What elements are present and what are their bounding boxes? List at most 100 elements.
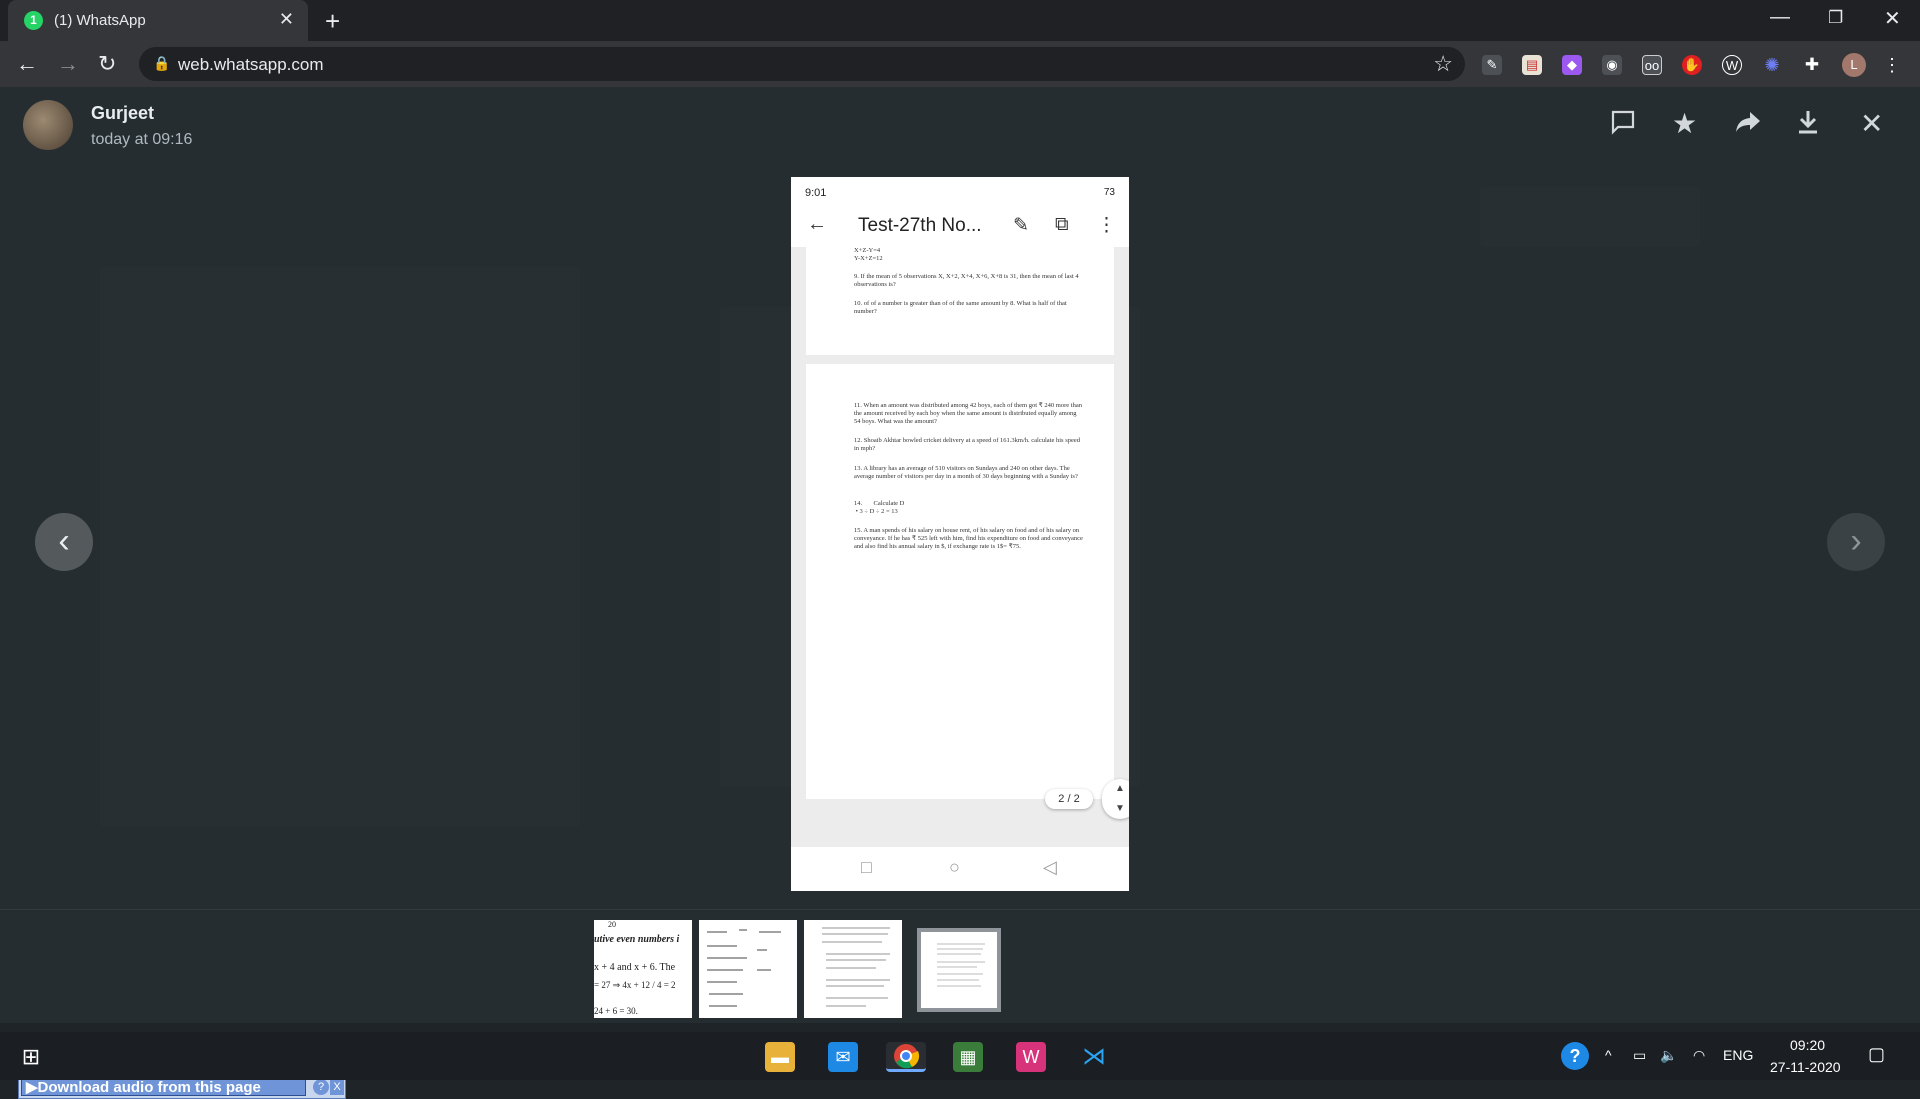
menu-kebab-icon[interactable]: ⋮: [1882, 55, 1902, 75]
thumb-text: = 27 ⇒ 4x + 12 / 4 = 2: [594, 980, 676, 990]
phone-recents-icon: □: [861, 857, 872, 877]
question-14: 14. Calculate D • 3 ÷ D ÷ 2 = 13: [854, 500, 905, 515]
reply-message-icon[interactable]: [1610, 109, 1636, 141]
thumbnail-math-notes[interactable]: 20 utive even numbers i x + 4 and x + 6.…: [594, 920, 692, 1018]
glasses-extension-icon[interactable]: oo: [1642, 55, 1662, 75]
question-9: 9. If the mean of 5 observations X, X+2,…: [854, 273, 1079, 288]
help-tray-icon[interactable]: ?: [1561, 1042, 1589, 1070]
chrome-taskbar-icon[interactable]: [886, 1042, 926, 1072]
phone-page-indicator: 2 / 2: [1045, 789, 1093, 809]
phone-doc-title: Test-27th No...: [858, 215, 982, 236]
shape-extension-icon[interactable]: ◆: [1562, 55, 1582, 75]
phone-open-external-icon: ⧉: [1055, 214, 1069, 235]
question-11: 11. When an amount was distributed among…: [854, 402, 1082, 425]
thumbnail-handwritten-page[interactable]: [699, 920, 797, 1018]
sender-avatar[interactable]: [23, 100, 73, 150]
forward-icon[interactable]: [1734, 109, 1762, 141]
adblock-extension-icon[interactable]: ✋: [1682, 55, 1702, 75]
question-line: Y-X+Z=12: [854, 255, 883, 262]
thumbnail-document-page[interactable]: [804, 920, 902, 1018]
question-15: 15. A man spends of his salary on house …: [854, 527, 1083, 550]
pen-extension-icon[interactable]: ✎: [1482, 55, 1502, 75]
clock-date[interactable]: 27-11-2020: [1770, 1059, 1841, 1075]
eyes-extension-icon[interactable]: ◉: [1602, 55, 1622, 75]
phone-back-icon: ←: [807, 213, 827, 235]
play-triangle-icon: ▶: [26, 1079, 38, 1096]
pdf-page-1: X+Z-Y=4 Y-X+Z=12 9. If the mean of 5 obs…: [806, 247, 1114, 355]
windows-start-icon[interactable]: ⊞: [16, 1042, 46, 1072]
browser-toolbar: ← → ↻ 🔒 web.whatsapp.com ☆ ✎ ▤ ◆ ◉ oo ✋ …: [0, 41, 1920, 87]
puzzle-extensions-icon[interactable]: ✚: [1802, 55, 1822, 75]
new-tab-plus-icon[interactable]: +: [325, 6, 340, 37]
download-audio-label: Download audio from this page: [37, 1079, 261, 1096]
phone-battery-level: 73: [1103, 187, 1115, 198]
language-indicator[interactable]: ENG: [1723, 1047, 1753, 1063]
phone-pdf-area: X+Z-Y=4 Y-X+Z=12 9. If the mean of 5 obs…: [791, 247, 1129, 847]
wamp-app-icon[interactable]: W: [1016, 1042, 1046, 1072]
tab-close-icon[interactable]: ✕: [279, 9, 294, 30]
star-icon[interactable]: ★: [1672, 109, 1697, 139]
w-extension-icon[interactable]: W: [1722, 55, 1742, 75]
sender-timestamp: today at 09:16: [91, 131, 193, 148]
tab-whatsapp[interactable]: 1 (1) WhatsApp ✕: [8, 0, 308, 41]
browser-tab-bar: 1 (1) WhatsApp ✕ + — ❐ ✕: [0, 0, 1920, 41]
phone-more-icon: ⋮: [1097, 215, 1116, 236]
vscode-icon[interactable]: ⋊: [1079, 1042, 1109, 1072]
phone-app-bar: ← Test-27th No... ✎ ⧉ ⋮: [791, 203, 1129, 247]
phone-status-time: 9:01: [805, 187, 827, 199]
next-media-arrow-icon[interactable]: ›: [1827, 513, 1885, 571]
forward-arrow-icon[interactable]: →: [57, 51, 79, 77]
spreadsheet-app-icon[interactable]: ▦: [953, 1042, 983, 1072]
sparkle-extension-icon[interactable]: ✺: [1762, 55, 1782, 75]
windows-taskbar: ⊞ ▬ ✉ ▦ W ⋊ ? ^ ▭ 🔈 ◠ ENG 09:20 27-11-20…: [0, 1032, 1920, 1080]
thumb-text: 24 + 6 = 30.: [594, 1006, 638, 1016]
minimize-icon[interactable]: —: [1770, 6, 1790, 29]
sender-name: Gurjeet: [91, 103, 155, 123]
media-thumbnail-strip: 20 utive even numbers i x + 4 and x + 6.…: [0, 909, 1920, 1023]
thumb-text: x + 4 and x + 6. The: [594, 962, 676, 973]
mail-icon[interactable]: ✉: [828, 1042, 858, 1072]
media-image-phone-screenshot: 9:01 73 ← Test-27th No... ✎ ⧉ ⋮ X+Z-Y=4 …: [791, 177, 1129, 891]
phone-scroll-handle-icon: ▲ ▼: [1102, 779, 1129, 819]
help-icon[interactable]: ?: [313, 1079, 329, 1095]
download-icon[interactable]: [1796, 109, 1820, 141]
download-audio-button[interactable]: ▶Download audio from this page: [21, 1078, 306, 1096]
url-text: web.whatsapp.com: [178, 55, 324, 74]
notifications-icon[interactable]: ▢: [1868, 1044, 1885, 1065]
clock-time[interactable]: 09:20: [1790, 1037, 1825, 1053]
previous-media-arrow-icon[interactable]: ‹: [35, 513, 93, 571]
bookmark-star-icon[interactable]: ☆: [1433, 51, 1453, 77]
lock-icon: 🔒: [153, 55, 171, 71]
phone-back-triangle-icon: ◁: [1043, 857, 1057, 877]
profile-avatar[interactable]: L: [1842, 53, 1866, 77]
restore-icon[interactable]: ❐: [1828, 8, 1843, 28]
question-12: 12. Shoaib Akhtar bowled cricket deliver…: [854, 437, 1080, 452]
wifi-icon[interactable]: ◠: [1693, 1047, 1705, 1064]
battery-icon[interactable]: ▭: [1633, 1047, 1646, 1064]
thumb-text: 20: [608, 920, 616, 929]
phone-home-icon: ○: [949, 857, 960, 877]
blurred-element: [1480, 187, 1700, 247]
volume-icon[interactable]: 🔈: [1660, 1047, 1677, 1064]
thumb-text: utive even numbers i: [594, 934, 680, 945]
question-10: 10. of of a number is greater than of of…: [854, 300, 1067, 315]
reload-icon[interactable]: ↻: [98, 51, 116, 77]
phone-nav-bar: □ ○ ◁: [791, 847, 1129, 891]
back-arrow-icon[interactable]: ←: [16, 51, 38, 77]
question-line: X+Z-Y=4: [854, 247, 881, 254]
address-bar[interactable]: 🔒 web.whatsapp.com ☆: [139, 47, 1465, 81]
media-viewer: Gurjeet today at 09:16 ★ ✕ ‹ › 9:01 73 ←…: [0, 87, 1920, 1099]
close-viewer-icon[interactable]: ✕: [1860, 109, 1883, 139]
show-hidden-icons-chevron-icon[interactable]: ^: [1605, 1047, 1612, 1063]
question-13: 13. A library has an average of 510 visi…: [854, 465, 1078, 480]
pdf-page-2: 11. When an amount was distributed among…: [806, 364, 1114, 799]
calendar-extension-icon[interactable]: ▤: [1522, 55, 1542, 75]
window-close-icon[interactable]: ✕: [1884, 6, 1901, 31]
blurred-chat-list: [100, 267, 580, 827]
file-explorer-icon[interactable]: ▬: [765, 1042, 795, 1072]
tab-title: (1) WhatsApp: [54, 12, 146, 29]
phone-edit-icon: ✎: [1013, 215, 1029, 236]
close-toolbar-icon[interactable]: X: [330, 1079, 344, 1095]
thumbnail-current-selected[interactable]: [917, 928, 1001, 1012]
whatsapp-favicon-icon: 1: [24, 11, 43, 30]
